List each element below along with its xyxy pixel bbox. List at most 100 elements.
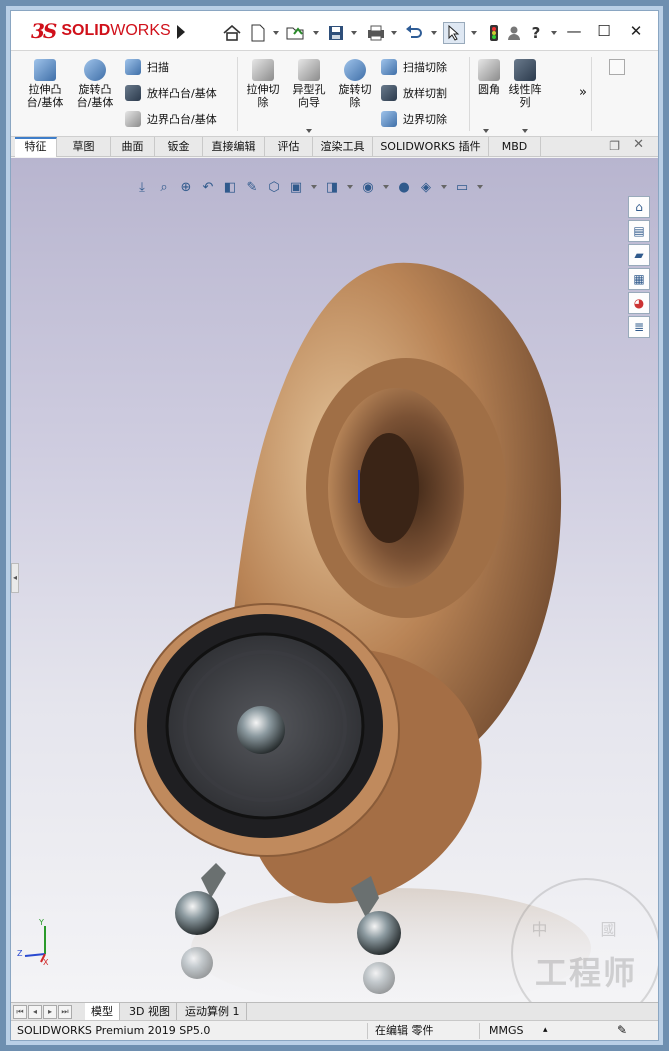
print-dropdown-icon[interactable] — [391, 31, 397, 35]
linear-pattern-label: 线性阵 列 — [508, 83, 542, 109]
revolve-cut-label: 旋转切 除 — [338, 83, 372, 109]
bottom-tab-0[interactable]: 模型 — [85, 1003, 120, 1021]
lofted-cut-button[interactable]: 放样切割 — [381, 85, 447, 101]
open-icon[interactable] — [285, 22, 307, 44]
loft-boss-label: 放样凸台/基体 — [147, 87, 217, 100]
help-icon[interactable]: ? — [525, 22, 547, 44]
maximize-button[interactable]: ☐ — [593, 20, 615, 42]
boundary-boss-label: 边界凸台/基体 — [147, 113, 217, 126]
open-dropdown-icon[interactable] — [313, 31, 319, 35]
status-bar: SOLIDWORKS Premium 2019 SP5.0 在编辑 零件 MMG… — [11, 1020, 658, 1040]
units-dropdown-icon[interactable]: ▴ — [543, 1021, 548, 1040]
speaker-model[interactable] — [11, 158, 658, 1002]
app-window: 3S SOLIDWORKS ? — ☐ ✕ 拉伸凸 台/基体 旋转凸 台/基体 … — [10, 10, 659, 1041]
title-bar: 3S SOLIDWORKS ? — ☐ ✕ — [11, 11, 658, 51]
close-button[interactable]: ✕ — [625, 20, 647, 42]
ribbon-separator — [469, 57, 470, 131]
linear-pattern-icon — [514, 59, 536, 81]
undo-dropdown-icon[interactable] — [431, 31, 437, 35]
tab-5[interactable]: 评估 — [265, 137, 313, 157]
loft-boss-button[interactable]: 放样凸台/基体 — [125, 85, 217, 101]
bottom-tab-1[interactable]: 3D 视图 — [123, 1003, 177, 1021]
watermark-top-text: 中 國 — [531, 920, 641, 939]
maximize-glyph: ☐ — [597, 22, 611, 40]
ribbon-separator — [237, 57, 238, 131]
boundary-cut-icon — [381, 111, 397, 127]
new-dropdown-icon[interactable] — [273, 31, 279, 35]
sweep-icon — [125, 59, 141, 75]
revolve-cut-icon — [344, 59, 366, 81]
triad-y-label: Y — [39, 918, 44, 927]
tab-3[interactable]: 钣金 — [155, 137, 203, 157]
undo-icon[interactable] — [403, 22, 425, 44]
tab-4[interactable]: 直接编辑 — [203, 137, 265, 157]
logo-text-light: WORKS — [110, 22, 171, 39]
last-tab-icon[interactable]: ⏭ — [58, 1005, 72, 1019]
watermark-main-text: 工程师 — [534, 954, 637, 992]
status-separator — [479, 1023, 480, 1039]
prev-tab-icon[interactable]: ◂ — [28, 1005, 42, 1019]
close-document-icon[interactable]: ✕ — [633, 137, 644, 152]
save-icon[interactable] — [325, 22, 347, 44]
graphics-area[interactable]: ⤓ ⌕ ⊕ ↶ ◧ ✎ ⬡ ▣ ◨ ◉ ● ◈ ▭ ⌂ ▤ ▰ ▦ ◕ ≣ ◂ … — [11, 158, 658, 1002]
restore-view-icon[interactable]: ❐ — [609, 139, 620, 153]
tab-8[interactable]: MBD — [489, 137, 541, 157]
home-icon[interactable] — [221, 22, 243, 44]
tab-6[interactable]: 渲染工具 — [313, 137, 373, 157]
fillet-icon — [478, 59, 500, 81]
triad-x-label: X — [43, 958, 49, 967]
menu-expand-arrow[interactable] — [177, 25, 185, 39]
print-icon[interactable] — [365, 22, 387, 44]
boundary-cut-button[interactable]: 边界切除 — [381, 111, 447, 127]
search-icon[interactable] — [609, 59, 631, 75]
boundary-boss-button[interactable]: 边界凸台/基体 — [125, 111, 217, 127]
help-dropdown-icon[interactable] — [551, 31, 557, 35]
select-dropdown-icon[interactable] — [471, 31, 477, 35]
fillet-dropdown-icon[interactable] — [483, 129, 489, 133]
hole-wizard-dropdown-icon[interactable] — [306, 129, 312, 133]
extrude-boss-button[interactable]: 拉伸凸 台/基体 — [23, 59, 67, 109]
extrude-cut-button[interactable]: 拉伸切 除 — [241, 59, 285, 109]
revolve-boss-icon — [84, 59, 106, 81]
fillet-button[interactable]: 圆角 — [471, 59, 507, 96]
save-dropdown-icon[interactable] — [351, 31, 357, 35]
foot-reflection — [181, 947, 213, 979]
swept-cut-button[interactable]: 扫描切除 — [381, 59, 447, 75]
command-manager-ribbon: 拉伸凸 台/基体 旋转凸 台/基体 扫描 放样凸台/基体 边界凸台/基体 拉伸切… — [11, 51, 658, 137]
select-icon[interactable] — [443, 22, 465, 44]
dust-cap — [237, 706, 285, 754]
search-box-icon — [609, 59, 625, 75]
solidworks-logo[interactable]: 3S SOLIDWORKS — [31, 19, 171, 43]
minimize-button[interactable]: — — [563, 20, 585, 42]
hole-wizard-button[interactable]: 异型孔 向导 — [287, 59, 331, 109]
ribbon-expand-glyph: » — [579, 85, 587, 100]
triad-z-axis — [24, 953, 46, 957]
tab-7[interactable]: SOLIDWORKS 插件 — [373, 137, 489, 157]
status-mode: 在编辑 零件 — [375, 1024, 434, 1037]
tab-0[interactable]: 特征 — [15, 137, 57, 157]
front-right-foot — [357, 911, 401, 955]
spiral-core — [359, 433, 419, 543]
linear-pattern-dropdown-icon[interactable] — [522, 129, 528, 133]
next-tab-icon[interactable]: ▸ — [43, 1005, 57, 1019]
rebuild-status-icon[interactable]: ✎ — [617, 1021, 627, 1040]
extrude-boss-icon — [34, 59, 56, 81]
model-tabs-bar: ⏮ ◂ ▸ ⏭ 模型 3D 视图 运动算例 1 — [11, 1002, 658, 1021]
status-separator — [367, 1023, 368, 1039]
tab-scroll-arrows: ⏮ ◂ ▸ ⏭ — [13, 1005, 72, 1019]
sweep-label: 扫描 — [147, 61, 169, 74]
revolve-boss-button[interactable]: 旋转凸 台/基体 — [73, 59, 117, 109]
traffic-light-icon[interactable] — [483, 22, 505, 44]
new-document-icon[interactable] — [247, 22, 269, 44]
user-icon[interactable] — [503, 22, 525, 44]
status-units[interactable]: MMGS — [489, 1021, 524, 1040]
bottom-tab-2[interactable]: 运动算例 1 — [179, 1003, 247, 1021]
foot-reflection — [363, 962, 395, 994]
tab-1[interactable]: 草图 — [57, 137, 111, 157]
first-tab-icon[interactable]: ⏮ — [13, 1005, 27, 1019]
tab-2[interactable]: 曲面 — [111, 137, 155, 157]
sweep-button[interactable]: 扫描 — [125, 59, 169, 75]
ribbon-expand-button[interactable]: » — [579, 85, 587, 100]
revolve-cut-button[interactable]: 旋转切 除 — [333, 59, 377, 109]
linear-pattern-button[interactable]: 线性阵 列 — [505, 59, 545, 109]
